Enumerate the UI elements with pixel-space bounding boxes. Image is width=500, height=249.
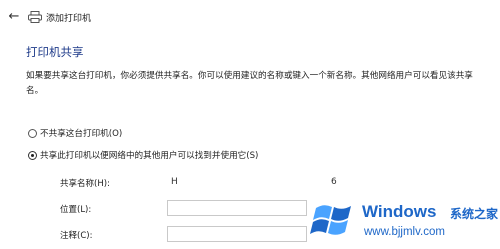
location-field[interactable]: [167, 200, 307, 216]
back-arrow-icon[interactable]: ←: [6, 9, 22, 25]
share-name-label: 共享名称(H):: [60, 179, 110, 189]
radio-share[interactable]: 共享此打印机以便网络中的其他用户可以找到并使用它(S): [28, 148, 258, 162]
location-label: 位置(L):: [60, 205, 92, 215]
watermark: Windows 系统之家 www.bjjmlv.com: [306, 196, 498, 246]
watermark-brand-cn: 系统之家: [450, 207, 499, 221]
radio-label: 不共享这台打印机(O): [40, 129, 123, 139]
share-name-value-end: 6: [331, 177, 337, 187]
share-name-value-start: H: [171, 177, 178, 187]
share-name-field[interactable]: [167, 174, 477, 190]
comment-label: 注释(C):: [60, 231, 93, 241]
title-bar: ← 添加打印机: [0, 0, 500, 34]
page-title: 打印机共享: [26, 45, 84, 59]
watermark-url: www.bjjmlv.com: [364, 226, 445, 238]
comment-field[interactable]: [167, 226, 307, 242]
watermark-brand: Windows: [362, 202, 437, 221]
printer-icon: [28, 11, 42, 23]
description-text: 如果要共享这台打印机，你必须提供共享名。你可以使用建议的名称或键入一个新名称。其…: [26, 71, 473, 96]
radio-button[interactable]: [28, 128, 37, 138]
radio-label: 共享此打印机以便网络中的其他用户可以找到并使用它(S): [40, 151, 259, 161]
window-title: 添加打印机: [46, 14, 92, 24]
radio-button-checked[interactable]: [28, 150, 37, 160]
radio-no-share[interactable]: 不共享这台打印机(O): [28, 126, 122, 140]
windows-logo-icon: [310, 205, 351, 235]
